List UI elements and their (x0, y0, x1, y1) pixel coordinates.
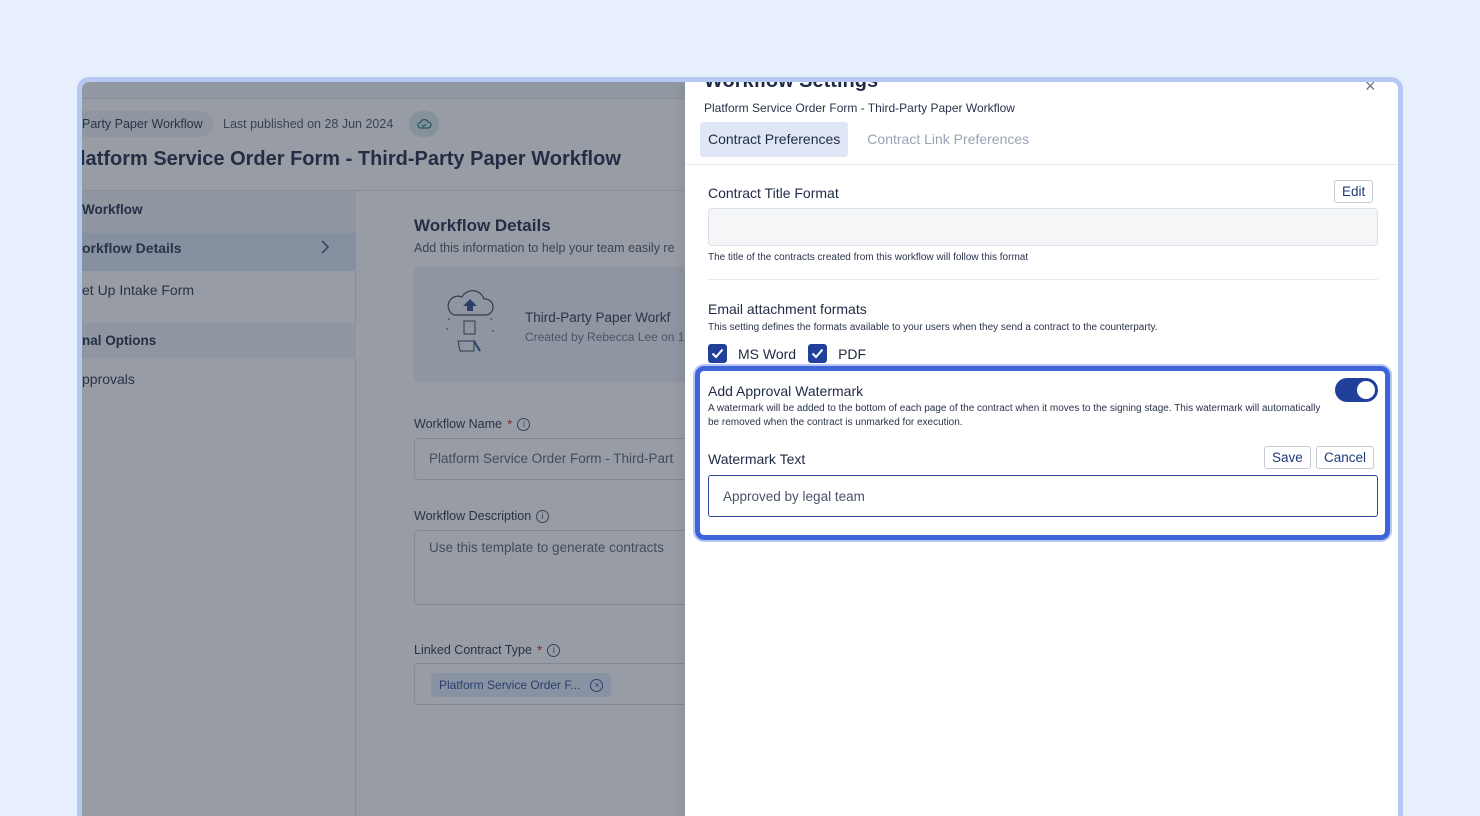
tab-contract-link-preferences[interactable]: Contract Link Preferences (852, 122, 1044, 157)
approval-watermark-toggle[interactable] (1335, 378, 1378, 402)
drawer-title: Workflow Settings (704, 77, 879, 92)
app-frame: Party Paper Workflow Last published on 2… (77, 77, 1403, 816)
edit-button[interactable]: Edit (1334, 180, 1374, 203)
divider (685, 164, 1398, 165)
settings-tabs: Contract Preferences Contract Link Prefe… (700, 122, 1044, 157)
ms-word-label: MS Word (738, 345, 797, 362)
email-attachment-formats-label: Email attachment formats (708, 301, 867, 317)
save-button[interactable]: Save (1264, 446, 1311, 469)
checkmark-icon (811, 348, 824, 359)
contract-title-hint: The title of the contracts created from … (708, 252, 1029, 263)
watermark-text-label: Watermark Text (708, 451, 806, 467)
modal-backdrop[interactable] (82, 82, 685, 816)
workflow-settings-drawer: Workflow Settings × Platform Service Ord… (685, 82, 1398, 816)
contract-title-format-input[interactable] (708, 208, 1378, 246)
approval-watermark-label: Add Approval Watermark (708, 383, 864, 399)
cancel-button[interactable]: Cancel (1316, 446, 1375, 469)
watermark-description: A watermark will be added to the bottom … (708, 403, 1321, 428)
divider (708, 279, 1378, 280)
ms-word-checkbox[interactable] (708, 344, 727, 363)
pdf-label: PDF (838, 345, 867, 362)
pdf-checkbox[interactable] (808, 344, 828, 363)
contract-title-format-label: Contract Title Format (708, 185, 839, 201)
checkmark-icon (711, 348, 724, 359)
email-format-options: MS Word PDF (708, 344, 878, 363)
tab-contract-preferences[interactable]: Contract Preferences (700, 122, 849, 157)
toggle-knob (1357, 381, 1375, 399)
close-icon[interactable]: × (1365, 82, 1376, 97)
watermark-text-input[interactable] (708, 475, 1378, 517)
drawer-subtitle: Platform Service Order Form - Third-Part… (704, 101, 1015, 115)
email-attachment-hint: This setting defines the formats availab… (708, 322, 1158, 333)
